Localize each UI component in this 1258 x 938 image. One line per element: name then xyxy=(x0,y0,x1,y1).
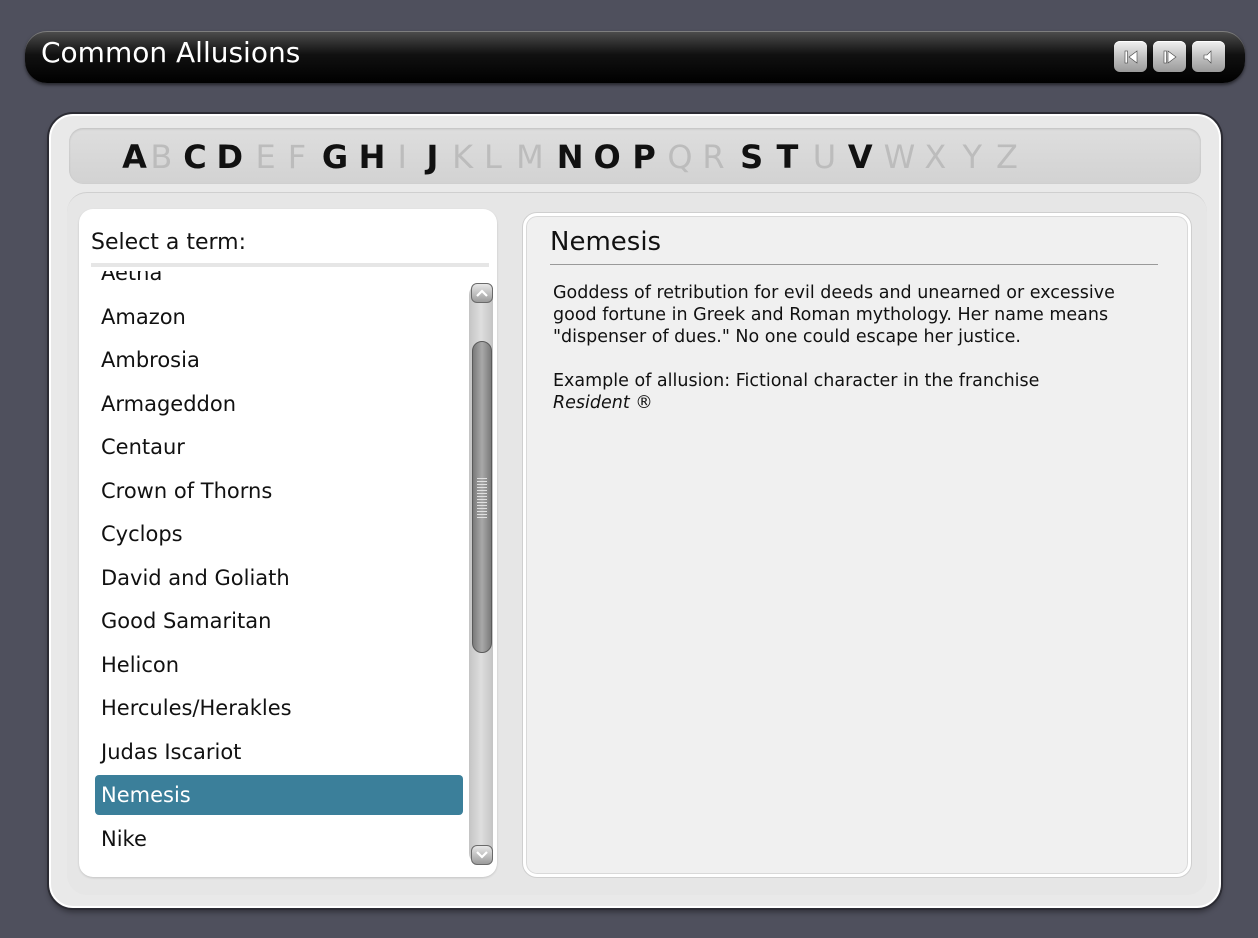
content-area: Select a term: Aetna Amazon Ambrosia Armage… xyxy=(67,192,1207,895)
list-item[interactable]: Aetna xyxy=(95,271,463,293)
step-forward-icon xyxy=(1163,49,1176,64)
main-panel: ABCDEFGHIJKLMNOPQRSTUVWXYZ Select a term… xyxy=(49,114,1221,908)
chevron-up-icon xyxy=(476,289,488,297)
letter-s[interactable]: S xyxy=(740,135,763,179)
list-item[interactable]: Hercules/Herakles xyxy=(95,688,463,728)
list-item[interactable]: Helicon xyxy=(95,645,463,685)
list-item[interactable]: Centaur xyxy=(95,427,463,467)
letter-k: K xyxy=(452,138,474,176)
letter-g[interactable]: G xyxy=(322,135,348,179)
example-prefix: Example of allusion: Fictional character… xyxy=(553,371,1040,391)
letter-n[interactable]: N xyxy=(557,135,584,179)
list-item[interactable]: Good Samaritan xyxy=(95,601,463,641)
letter-a[interactable]: A xyxy=(122,135,147,179)
definition-text: Goddess of retribution for evil deeds an… xyxy=(553,283,1115,347)
letter-i: I xyxy=(397,138,407,176)
letter-p[interactable]: P xyxy=(632,135,655,179)
letter-e: E xyxy=(255,138,276,176)
letter-h[interactable]: H xyxy=(359,135,386,179)
definition-example: Example of allusion: Fictional character… xyxy=(553,370,1159,414)
letter-f: F xyxy=(287,138,307,176)
scroll-up-button[interactable] xyxy=(471,283,493,303)
definition-panel: Nemesis Goddess of retribution for evil … xyxy=(523,213,1191,877)
list-item[interactable]: Armageddon xyxy=(95,384,463,424)
letter-q: Q xyxy=(667,138,693,176)
term-list[interactable]: Aetna Amazon Ambrosia Armageddon Centaur Crow… xyxy=(79,271,469,873)
previous-button[interactable] xyxy=(1114,41,1147,72)
letter-c[interactable]: C xyxy=(183,135,206,179)
grip-lines xyxy=(477,478,487,518)
nav-buttons xyxy=(1114,41,1225,72)
letter-z: Z xyxy=(996,138,1018,176)
title-bar: Common Allusions xyxy=(25,31,1245,83)
letter-x: X xyxy=(924,138,947,176)
letter-b: B xyxy=(150,138,173,176)
audio-button[interactable] xyxy=(1192,41,1225,72)
list-item[interactable]: Crown of Thorns xyxy=(95,471,463,511)
term-list-panel: Select a term: Aetna Amazon Ambrosia Armage… xyxy=(79,209,497,877)
letter-m: M xyxy=(516,138,544,176)
next-button[interactable] xyxy=(1153,41,1186,72)
letter-w: W xyxy=(883,138,916,176)
list-item[interactable]: Nemesis xyxy=(95,775,463,815)
letter-j[interactable]: J xyxy=(426,135,438,179)
letter-d[interactable]: D xyxy=(216,135,243,179)
scrollbar-thumb[interactable] xyxy=(472,341,492,653)
list-item[interactable]: Cyclops xyxy=(95,514,463,554)
list-item[interactable]: Amazon xyxy=(95,297,463,337)
step-back-icon xyxy=(1124,49,1137,64)
letter-y: Y xyxy=(962,138,983,176)
letter-l: L xyxy=(483,138,502,176)
scroll-down-button[interactable] xyxy=(471,845,493,865)
definition-title: Nemesis xyxy=(550,222,1158,265)
speaker-icon xyxy=(1203,49,1211,64)
letter-r: R xyxy=(702,138,725,176)
list-item[interactable]: David and Goliath xyxy=(95,558,463,598)
term-list-header: Select a term: xyxy=(91,223,489,267)
app-title: Common Allusions xyxy=(41,36,301,69)
alphabet-bar: ABCDEFGHIJKLMNOPQRSTUVWXYZ xyxy=(69,128,1201,184)
letter-t[interactable]: T xyxy=(777,135,799,179)
list-item[interactable]: Judas Iscariot xyxy=(95,732,463,772)
letter-v[interactable]: V xyxy=(848,135,873,179)
example-work: Resident ® xyxy=(553,393,653,413)
definition-body: Goddess of retribution for evil deeds an… xyxy=(553,282,1159,436)
chevron-down-icon xyxy=(476,851,488,859)
letter-u: U xyxy=(812,138,837,176)
list-item[interactable]: Ambrosia xyxy=(95,340,463,380)
letter-o[interactable]: O xyxy=(594,135,621,179)
list-item[interactable]: Nike xyxy=(95,819,463,859)
